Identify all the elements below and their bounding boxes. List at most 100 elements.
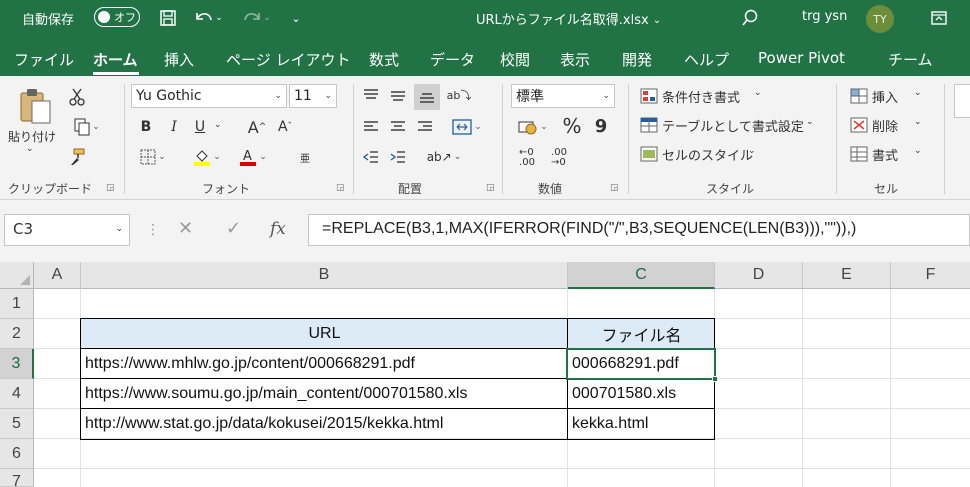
chevron-down-icon[interactable]: ⌄ bbox=[806, 117, 814, 127]
font-color-icon[interactable]: A ⌄ bbox=[234, 146, 272, 168]
column-header-b[interactable]: B bbox=[81, 262, 568, 289]
cancel-icon[interactable]: ✕ bbox=[178, 218, 193, 239]
bold-button[interactable]: B bbox=[136, 116, 156, 138]
alignment-launcher-icon[interactable]: ◲ bbox=[486, 183, 495, 193]
filename-chevron-down-icon[interactable]: ⌄ bbox=[650, 8, 664, 32]
format-as-table-label[interactable]: テーブルとして書式設定 bbox=[662, 116, 804, 135]
save-icon[interactable] bbox=[156, 6, 180, 30]
increase-decimal-icon[interactable]: ←0.00 bbox=[514, 146, 540, 170]
column-header-a[interactable]: A bbox=[34, 262, 81, 289]
paste-icon[interactable] bbox=[14, 86, 58, 126]
delete-cells-label[interactable]: 削除 bbox=[872, 116, 898, 135]
accounting-format-icon[interactable]: ⌄ bbox=[514, 116, 552, 138]
tab-file[interactable]: ファイル bbox=[14, 49, 74, 70]
delete-cells-icon[interactable] bbox=[848, 114, 870, 136]
format-painter-icon[interactable] bbox=[66, 146, 88, 168]
insert-cells-icon[interactable] bbox=[848, 85, 870, 107]
tab-page-layout[interactable]: ページ レイアウト bbox=[226, 49, 350, 70]
formula-input[interactable]: =REPLACE(B3,1,MAX(IFERROR(FIND("/",B3,SE… bbox=[308, 214, 970, 246]
column-header-c[interactable]: C bbox=[568, 262, 715, 289]
editing-group-partial[interactable] bbox=[954, 84, 970, 118]
align-left-icon[interactable] bbox=[360, 116, 382, 138]
grow-font-button[interactable]: A ^ bbox=[246, 116, 268, 138]
avatar[interactable]: TY bbox=[866, 5, 894, 33]
autosave-toggle[interactable]: オフ bbox=[94, 7, 140, 27]
column-header-d[interactable]: D bbox=[715, 262, 803, 289]
column-header-f[interactable]: F bbox=[891, 262, 970, 289]
redo-icon[interactable]: ⌄ bbox=[238, 6, 274, 30]
tab-insert[interactable]: 挿入 bbox=[164, 49, 194, 70]
tab-help[interactable]: ヘルプ bbox=[684, 49, 729, 70]
cut-icon[interactable] bbox=[66, 86, 88, 108]
decrease-decimal-icon[interactable]: .00 →0 bbox=[546, 146, 572, 170]
tab-view[interactable]: 表示 bbox=[560, 49, 590, 70]
tab-developer[interactable]: 開発 bbox=[622, 49, 652, 70]
orientation-icon[interactable]: ab↗ ⌄ bbox=[424, 146, 464, 168]
phonetic-guide-icon[interactable]: 亜 bbox=[292, 146, 318, 168]
paste-label[interactable]: 貼り付け bbox=[8, 128, 56, 145]
font-name-select[interactable]: Yu Gothic ⌄ bbox=[131, 84, 287, 108]
tab-team[interactable]: チーム bbox=[888, 49, 933, 70]
enter-icon[interactable]: ✓ bbox=[226, 218, 241, 239]
insert-function-icon[interactable]: fx bbox=[270, 219, 286, 239]
tab-data[interactable]: データ bbox=[430, 49, 475, 70]
insert-cells-label[interactable]: 挿入 bbox=[872, 87, 898, 106]
text-direction-icon[interactable]: ab⤵ bbox=[447, 84, 472, 106]
chevron-down-icon[interactable]: ⌄ bbox=[754, 88, 762, 98]
format-cells-label[interactable]: 書式 bbox=[872, 145, 898, 164]
name-box[interactable]: C3 ⌄ bbox=[4, 214, 130, 246]
decrease-indent-icon[interactable] bbox=[360, 146, 382, 168]
clipboard-launcher-icon[interactable]: ◲ bbox=[106, 183, 115, 193]
font-launcher-icon[interactable]: ◲ bbox=[336, 183, 345, 193]
align-top-icon[interactable] bbox=[360, 84, 382, 106]
tab-power-pivot[interactable]: Power Pivot bbox=[758, 49, 845, 67]
undo-icon[interactable]: ⌄ bbox=[190, 6, 226, 30]
format-cells-icon[interactable] bbox=[848, 143, 870, 165]
select-all-button[interactable] bbox=[0, 262, 34, 289]
search-icon[interactable] bbox=[738, 6, 762, 30]
increase-indent-icon[interactable] bbox=[387, 146, 409, 168]
borders-icon[interactable]: ⌄ bbox=[134, 146, 172, 168]
conditional-formatting-label[interactable]: 条件付き書式 bbox=[662, 87, 740, 106]
row-header-2[interactable]: 2 bbox=[0, 319, 34, 349]
tab-formulas[interactable]: 数式 bbox=[369, 49, 399, 70]
tab-home[interactable]: ホーム bbox=[93, 49, 138, 70]
chevron-down-icon[interactable]: ⌄ bbox=[914, 117, 922, 127]
underline-button[interactable]: U bbox=[190, 116, 210, 138]
chevron-down-icon[interactable]: ⌄ bbox=[748, 146, 756, 156]
fill-color-icon[interactable]: ⌄ bbox=[188, 146, 226, 168]
tab-review[interactable]: 校閲 bbox=[500, 49, 530, 70]
italic-button[interactable]: I bbox=[164, 116, 184, 138]
conditional-formatting-icon[interactable] bbox=[638, 85, 660, 107]
row-header-3[interactable]: 3 bbox=[0, 349, 34, 379]
align-right-icon[interactable] bbox=[414, 116, 436, 138]
cell-styles-label[interactable]: セルのスタイル bbox=[662, 145, 753, 164]
row-header-7[interactable]: 7 bbox=[0, 469, 34, 487]
user-name[interactable]: trg ysn bbox=[802, 9, 847, 24]
comma-style-button[interactable]: 9 bbox=[592, 114, 610, 138]
file-name[interactable]: URLからファイル名取得.xlsx bbox=[476, 9, 649, 28]
ribbon-display-options-icon[interactable] bbox=[928, 6, 950, 30]
fill-handle[interactable] bbox=[712, 376, 718, 382]
font-size-select[interactable]: 11 ⌄ bbox=[289, 84, 337, 108]
chevron-down-icon[interactable]: ⌄ bbox=[914, 146, 922, 156]
chevron-down-icon[interactable]: ⌄ bbox=[914, 88, 922, 98]
row-header-6[interactable]: 6 bbox=[0, 439, 34, 469]
row-header-1[interactable]: 1 bbox=[0, 289, 34, 319]
align-bottom-icon[interactable] bbox=[414, 84, 440, 110]
underline-chevron-down-icon[interactable]: ⌄ bbox=[214, 120, 222, 130]
number-format-select[interactable]: 標準 ⌄ bbox=[511, 84, 615, 108]
align-middle-icon[interactable] bbox=[387, 84, 409, 106]
number-launcher-icon[interactable]: ◲ bbox=[610, 183, 619, 193]
paste-chevron-down-icon[interactable]: ⌄ bbox=[26, 144, 34, 154]
column-header-e[interactable]: E bbox=[803, 262, 891, 289]
row-header-4[interactable]: 4 bbox=[0, 379, 34, 409]
format-as-table-icon[interactable] bbox=[638, 114, 660, 136]
cell-styles-icon[interactable] bbox=[638, 143, 660, 165]
customize-qat-icon[interactable]: ⌄ bbox=[288, 6, 304, 30]
shrink-font-button[interactable]: Aˇ bbox=[274, 116, 296, 138]
merge-center-icon[interactable]: ⌄ bbox=[446, 116, 488, 138]
row-header-5[interactable]: 5 bbox=[0, 409, 34, 439]
percent-style-button[interactable]: % bbox=[560, 114, 584, 138]
align-center-icon[interactable] bbox=[387, 116, 409, 138]
